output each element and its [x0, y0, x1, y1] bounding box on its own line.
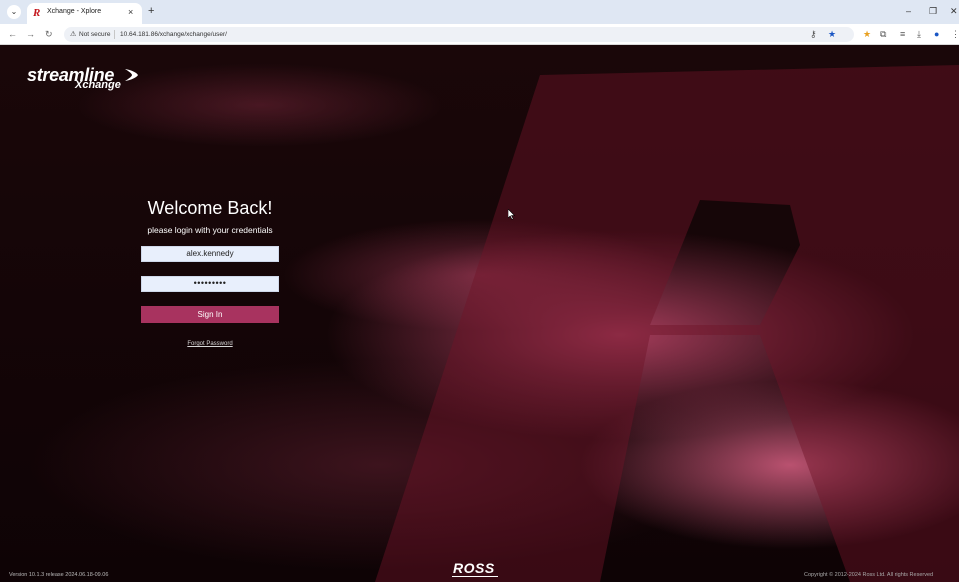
minimize-button[interactable]: –	[906, 5, 911, 17]
not-secure-label[interactable]: Not secure	[79, 29, 110, 40]
tab-search-button[interactable]: ⌄	[7, 5, 21, 19]
ross-logo-underline	[452, 576, 498, 577]
omnibox-divider	[114, 30, 115, 39]
password-input[interactable]: •••••••••	[141, 276, 279, 292]
address-bar[interactable]: ⚠ Not secure 10.64.181.86/xchange/xchang…	[64, 27, 854, 42]
logo-xchange-text: Xchange	[75, 79, 121, 91]
download-icon[interactable]: ⤓	[917, 28, 921, 41]
streamline-xchange-logo: streamline Xchange	[27, 65, 157, 95]
ross-brand-logo: ROSS	[453, 560, 495, 576]
tab-close-icon[interactable]: ×	[128, 6, 133, 18]
tab-title: Xchange - Xplore	[47, 8, 102, 15]
forward-arrow-icon[interactable]: →	[26, 28, 35, 40]
warning-triangle-icon[interactable]: ⚠	[70, 29, 76, 40]
maximize-button[interactable]: ❐	[929, 5, 937, 17]
login-page: streamline Xchange Welcome Back! please …	[0, 45, 959, 582]
ross-favicon-icon: R	[33, 7, 41, 19]
browser-menu-icon[interactable]: ⋮	[951, 28, 959, 41]
mouse-pointer-icon	[508, 209, 516, 220]
new-tab-button[interactable]: +	[148, 4, 154, 18]
logo-swoosh-icon	[125, 69, 138, 81]
welcome-heading: Welcome Back!	[147, 198, 273, 218]
browser-tab-bar: ⌄ R Xchange - Xplore × + – ❐ ✕	[0, 0, 959, 24]
extensions-puzzle-icon[interactable]: ⧉	[880, 28, 886, 41]
close-window-button[interactable]: ✕	[950, 5, 958, 17]
bookmark-star-icon[interactable]: ★	[828, 28, 836, 41]
sign-in-button[interactable]: Sign In	[141, 306, 279, 323]
password-key-icon[interactable]: ⚷	[810, 28, 817, 41]
browser-toolbar: ← → ↻ ⚠ Not secure 10.64.181.86/xchange/…	[0, 24, 959, 45]
username-input[interactable]: alex.kennedy	[141, 246, 279, 262]
reading-list-icon[interactable]: ≡	[900, 28, 905, 41]
copyright-text: Copyright © 2012-2024 Ross Ltd. All righ…	[804, 572, 934, 578]
forgot-password-link[interactable]: Forgot Password	[170, 340, 250, 348]
back-arrow-icon[interactable]: ←	[8, 28, 17, 40]
reload-icon[interactable]: ↻	[45, 28, 53, 40]
login-subtitle: please login with your credentials	[147, 225, 273, 235]
profile-avatar-icon[interactable]: ●	[934, 28, 939, 41]
extension-star-icon[interactable]: ★	[863, 28, 871, 41]
version-text: Version 10.1.3 release 2024.06.18-09.06	[9, 572, 109, 578]
browser-tab[interactable]: R Xchange - Xplore ×	[27, 3, 142, 24]
url-text[interactable]: 10.64.181.86/xchange/xchange/user/	[120, 29, 227, 40]
